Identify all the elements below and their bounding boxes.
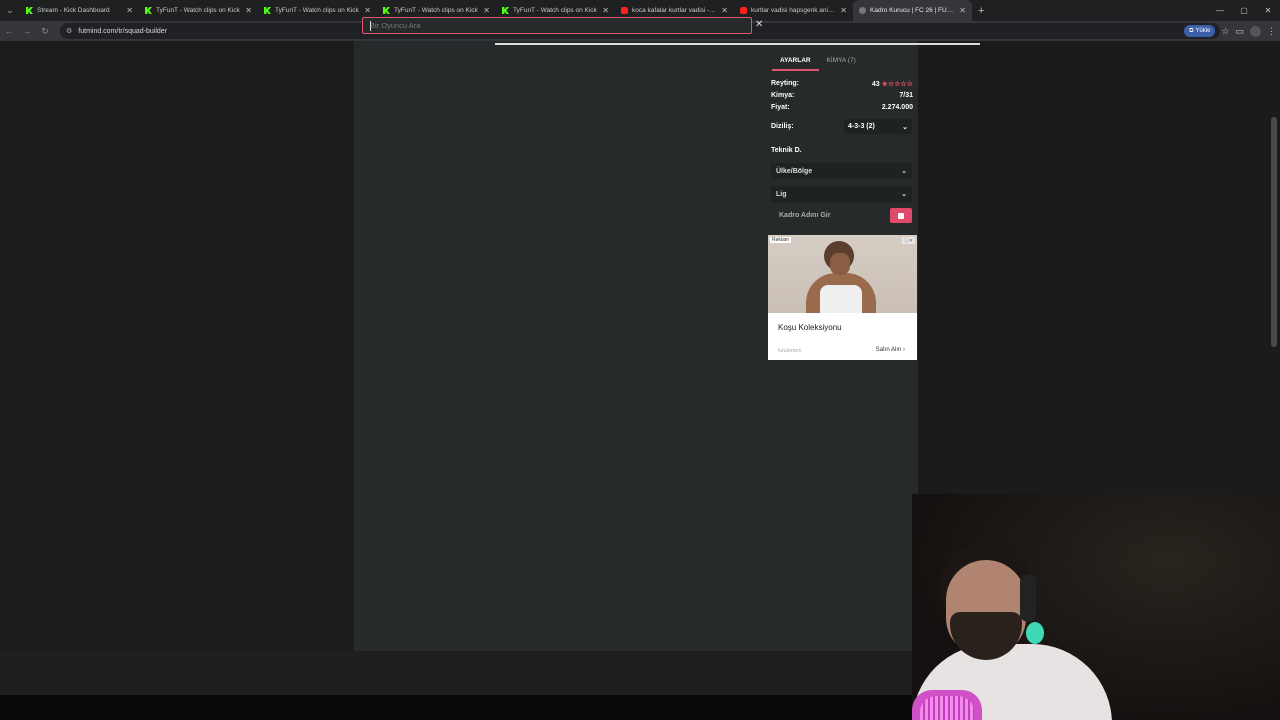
- browser-tab-active[interactable]: Kadro Kurucu | FC 26 | FUT Min ✕: [853, 0, 972, 21]
- ad-cta-button[interactable]: Satın Alın ›: [876, 347, 905, 353]
- chemistry-row: Kimya: 7/31: [771, 92, 913, 99]
- install-button[interactable]: ⧉ Yükle: [1184, 25, 1216, 37]
- formation-select[interactable]: 4-3-3 (2) ⌄: [844, 119, 912, 134]
- microphone-grill: [920, 696, 974, 720]
- coach-label: Teknik D.: [771, 147, 802, 154]
- advertisement[interactable]: Reklam ⓘ✕ Koşu Koleksiyonu lululemon Sat…: [768, 235, 917, 360]
- kick-icon: [502, 7, 509, 14]
- kick-icon: [26, 7, 33, 14]
- chevron-down-icon: ⌄: [901, 191, 907, 198]
- ad-info-icon[interactable]: ⓘ✕: [901, 237, 915, 244]
- browser-tab[interactable]: Stream - Kick Dashboard ✕: [20, 0, 139, 21]
- headset-light: [1026, 622, 1044, 644]
- site-info-icon[interactable]: ⚙: [66, 27, 72, 35]
- formation-value: 4-3-3 (2): [848, 123, 875, 130]
- close-tab-icon[interactable]: ✕: [840, 6, 847, 15]
- country-dropdown-label: Ülke/Bölge: [776, 167, 813, 175]
- futmind-icon: [859, 7, 866, 14]
- price-row: Fiyat: 2.274.000: [771, 104, 913, 111]
- text-caret: [370, 21, 371, 31]
- formation-label: Diziliş:: [771, 123, 794, 130]
- save-button[interactable]: [890, 208, 912, 223]
- rating-value: 43: [871, 81, 880, 88]
- tab-chemistry[interactable]: KİMYA (7): [819, 55, 864, 71]
- new-tab-icon[interactable]: +: [978, 5, 984, 17]
- price-label: Fiyat:: [771, 104, 790, 111]
- kick-icon: [264, 7, 271, 14]
- browser-tab[interactable]: TyFunT - Watch clips on Kick ✕: [139, 0, 258, 21]
- install-icon: ⧉: [1189, 27, 1194, 34]
- close-tab-icon[interactable]: ✕: [126, 6, 133, 15]
- chemistry-label: Kimya:: [771, 92, 795, 99]
- browser-tab[interactable]: TyFunT - Watch clips on Kick ✕: [258, 0, 377, 21]
- rating-row: Reyting: 43 ★☆☆☆☆: [771, 80, 913, 88]
- youtube-icon: [621, 7, 628, 14]
- ad-brand: lululemon: [778, 348, 802, 354]
- sidebar-icon[interactable]: ▭: [1235, 26, 1244, 37]
- close-tab-icon[interactable]: ✕: [602, 6, 609, 15]
- chemistry-value: 7/31: [899, 92, 913, 99]
- forward-icon[interactable]: →: [18, 21, 36, 41]
- webcam-overlay: [912, 494, 1280, 720]
- menu-kebab-icon[interactable]: ⋮: [1267, 26, 1276, 37]
- reload-icon[interactable]: ↻: [36, 21, 54, 41]
- bookmark-star-icon[interactable]: ☆: [1221, 26, 1229, 37]
- close-tab-icon[interactable]: ✕: [959, 6, 966, 15]
- panel-tabs: AYARLAR KİMYA (7): [772, 55, 864, 71]
- close-tab-icon[interactable]: ✕: [721, 6, 728, 15]
- close-tab-icon[interactable]: ✕: [483, 6, 490, 15]
- back-icon[interactable]: ←: [0, 21, 18, 41]
- save-icon: [898, 212, 904, 219]
- youtube-icon: [740, 7, 747, 14]
- league-dropdown[interactable]: Lig ⌄: [771, 186, 912, 202]
- close-tab-icon[interactable]: ✕: [364, 6, 371, 15]
- chevron-down-icon: ⌄: [901, 168, 907, 175]
- squad-name-input[interactable]: Kadro Adını Gir: [771, 207, 891, 223]
- restore-icon[interactable]: ▢: [1232, 0, 1256, 21]
- tab-search-icon[interactable]: ⌄: [0, 0, 20, 21]
- ad-figure-top: [820, 285, 862, 313]
- ad-image[interactable]: Reklam ⓘ✕: [768, 235, 917, 313]
- toolbar-right: ⧉ Yükle ☆ ▭ ⋮: [1184, 21, 1276, 41]
- player-search-area: [354, 41, 764, 651]
- rating-label: Reyting:: [771, 80, 799, 87]
- chevron-down-icon: ⌄: [902, 123, 908, 131]
- ad-title[interactable]: Koşu Koleksiyonu: [778, 323, 842, 332]
- left-background: [0, 41, 354, 651]
- star-rating-icon: ★☆☆☆☆: [881, 81, 913, 88]
- settings-panel: AYARLAR KİMYA (7) Reyting: 43 ★☆☆☆☆ Kimya…: [764, 41, 918, 651]
- kick-icon: [145, 7, 152, 14]
- top-divider: [495, 43, 980, 45]
- tab-settings[interactable]: AYARLAR: [772, 55, 819, 71]
- ad-figure-face: [830, 253, 850, 275]
- window-close-icon[interactable]: ✕: [1256, 0, 1280, 21]
- kick-icon: [383, 7, 390, 14]
- url-text: futmind.com/tr/squad-builder: [78, 27, 167, 35]
- country-dropdown[interactable]: Ülke/Bölge ⌄: [771, 163, 912, 179]
- close-tab-icon[interactable]: ✕: [245, 6, 252, 15]
- headset-icon: [1020, 574, 1036, 622]
- profile-avatar[interactable]: [1250, 25, 1261, 37]
- player-search-input[interactable]: [362, 17, 752, 34]
- price-value: 2.274.000: [881, 104, 913, 111]
- close-icon[interactable]: ✕: [755, 19, 763, 30]
- league-dropdown-label: Lig: [776, 190, 787, 198]
- window-controls: — ▢ ✕: [1208, 0, 1280, 21]
- minimize-icon[interactable]: —: [1208, 0, 1232, 21]
- scrollbar[interactable]: [1271, 117, 1277, 347]
- ad-tag: Reklam: [770, 237, 791, 243]
